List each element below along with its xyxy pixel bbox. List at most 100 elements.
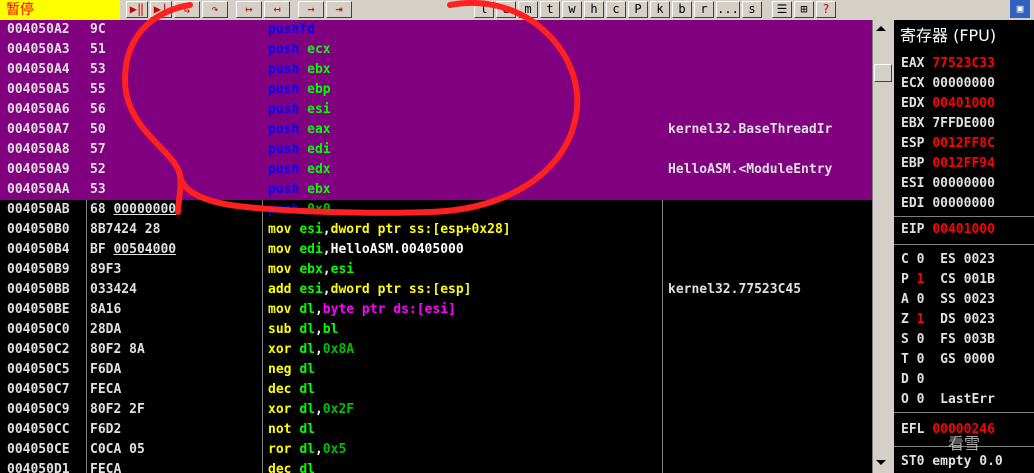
register-value[interactable]: 0012FF8C — [932, 136, 995, 151]
register-name: EAX — [901, 56, 925, 71]
register-value[interactable]: 00000000 — [932, 76, 995, 91]
register-eip[interactable]: EIP 00401000 — [901, 220, 995, 240]
register-eax[interactable]: EAX 77523C33 — [901, 54, 995, 74]
fpu-st0[interactable]: ST0 empty 0.0 — [901, 452, 1003, 472]
operand: esi — [307, 102, 331, 117]
operand-space — [299, 42, 307, 57]
toolbar-misc-0[interactable]: ☰ — [772, 1, 792, 18]
address-cell: 004050AA — [7, 182, 70, 197]
window-button-2[interactable]: m — [518, 1, 538, 18]
window-button-10[interactable]: r — [694, 1, 714, 18]
disasm-row[interactable]: 004050A9 52 push edx HelloASM.<ModuleEntry — [0, 160, 872, 180]
disasm-row[interactable]: 004050CC F6D2 not dl — [0, 420, 872, 440]
trace-into-button[interactable]: ↦ — [236, 1, 262, 18]
disasm-scrollbar[interactable] — [872, 20, 894, 473]
goto-button[interactable]: ⇥ — [326, 1, 352, 18]
register-value[interactable]: 00000000 — [932, 176, 995, 191]
register-value[interactable]: 7FFDE000 — [932, 116, 995, 131]
flag-row[interactable]: T 0 GS 0000 — [901, 350, 995, 370]
mnemonic: push — [268, 162, 300, 177]
window-button-9[interactable]: b — [672, 1, 692, 18]
window-button-1[interactable]: e — [496, 1, 516, 18]
pause-button[interactable]: ▶| — [150, 1, 172, 18]
disasm-row[interactable]: 004050C0 28DA sub dl,bl — [0, 320, 872, 340]
disasm-row[interactable]: 004050A6 56 push esi — [0, 100, 872, 120]
disasm-row[interactable]: 004050BE 8A16 mov dl,byte ptr ds:[esi] — [0, 300, 872, 320]
window-button-3[interactable]: t — [540, 1, 560, 18]
register-edx[interactable]: EDX 00401000 — [901, 94, 995, 114]
register-value[interactable]: 0012FF94 — [932, 156, 995, 171]
disasm-row[interactable]: 004050A3 51 push ecx — [0, 40, 872, 60]
register-esi[interactable]: ESI 00000000 — [901, 174, 995, 194]
disassembly-view[interactable]: 004050A2 9C pushfd 004050A3 51 push ecx 004050… — [0, 20, 872, 473]
disasm-row[interactable]: 004050A2 9C pushfd — [0, 20, 872, 40]
register-esp[interactable]: ESP 0012FF8C — [901, 134, 995, 154]
register-value[interactable]: 00401000 — [932, 96, 995, 111]
flag-row[interactable]: O 0 LastErr — [901, 390, 995, 410]
disasm-row[interactable]: 004050B0 8B7424 28 mov esi,dword ptr ss:[e… — [0, 220, 872, 240]
register-value[interactable]: 00000000 — [932, 196, 995, 211]
flag-space — [924, 352, 940, 367]
window-icon[interactable]: ▣ — [1010, 0, 1030, 18]
trace-over-button[interactable]: ↤ — [264, 1, 290, 18]
operand: , — [314, 442, 323, 457]
run-button[interactable]: ▶‖ — [126, 1, 148, 18]
flag-row[interactable]: S 0 FS 003B — [901, 330, 995, 350]
flag-row[interactable]: D 0 — [901, 370, 940, 390]
toolbar-misc-2[interactable]: ? — [816, 1, 836, 18]
register-ebx[interactable]: EBX 7FFDE000 — [901, 114, 995, 134]
operand: dl — [299, 342, 315, 357]
scroll-down-icon[interactable] — [876, 460, 886, 465]
step-into-button[interactable]: ↳ — [174, 1, 200, 18]
disasm-row[interactable]: 004050B9 89F3 mov ebx,esi — [0, 260, 872, 280]
address-cell: 004050A3 — [7, 42, 70, 57]
disasm-row[interactable]: 004050A7 50 push eax kernel32.BaseThreadIr — [0, 120, 872, 140]
disasm-row[interactable]: 004050CE C0CA 05 ror dl,0x5 — [0, 440, 872, 460]
hex-cell: 9C — [90, 22, 106, 37]
flag-row[interactable]: A 0 SS 0023 — [901, 290, 995, 310]
flag-row[interactable]: C 0 ES 0023 — [901, 250, 995, 270]
disasm-row[interactable]: 004050AA 53 push ebx — [0, 180, 872, 200]
disasm-row[interactable]: 004050AB 68 00000000 push 0x0 — [0, 200, 872, 220]
disasm-row[interactable]: 004050C9 80F2 2F xor dl,0x2F — [0, 400, 872, 420]
toolbar-misc-1[interactable]: ⊞ — [794, 1, 814, 18]
window-button-6[interactable]: c — [606, 1, 626, 18]
operand: byte ptr ds:[esi] — [322, 302, 456, 317]
operand: dl — [299, 382, 315, 397]
scroll-thumb[interactable] — [874, 64, 892, 82]
disasm-row[interactable]: 004050A4 53 push ebx — [0, 60, 872, 80]
register-value[interactable]: 00401000 — [932, 222, 995, 237]
flag-row[interactable]: Z 1 DS 0023 — [901, 310, 995, 330]
disasm-row[interactable]: 004050C7 FECA dec dl — [0, 380, 872, 400]
operand-space — [299, 62, 307, 77]
step-over-button[interactable]: ↷ — [202, 1, 228, 18]
disasm-row[interactable]: 004050B4 BF 00504000 mov edi,HelloASM.0040… — [0, 240, 872, 260]
disasm-row[interactable]: 004050C2 80F2 8A xor dl,0x8A — [0, 340, 872, 360]
execute-till-return-button[interactable]: → — [298, 1, 324, 18]
window-button-11[interactable]: ... — [716, 1, 740, 18]
window-button-12[interactable]: s — [742, 1, 762, 18]
scroll-up-icon[interactable] — [876, 26, 886, 31]
mnemonic: mov — [268, 222, 292, 237]
window-button-7[interactable]: P — [628, 1, 648, 18]
disasm-row[interactable]: 004050D1 FECA dec dl — [0, 460, 872, 473]
disasm-row[interactable]: 004050A8 57 push edi — [0, 140, 872, 160]
segment-name: LastErr — [940, 392, 995, 407]
disasm-row[interactable]: 004050C5 F6DA neg dl — [0, 360, 872, 380]
comment-cell: HelloASM.<ModuleEntry — [668, 162, 833, 177]
window-button-8[interactable]: k — [650, 1, 670, 18]
disasm-row[interactable]: 004050A5 55 push ebp — [0, 80, 872, 100]
window-button-4[interactable]: w — [562, 1, 582, 18]
registers-panel[interactable]: 寄存器 (FPU) EAX 77523C33 ECX 00000000 EDX 00… — [894, 20, 1034, 473]
register-edi[interactable]: EDI 00000000 — [901, 194, 995, 214]
address-cell: 004050A4 — [7, 62, 70, 77]
operand: 0x0 — [307, 202, 331, 217]
disasm-row[interactable]: 004050BB 033424 add esi,dword ptr ss:[esp]… — [0, 280, 872, 300]
register-ecx[interactable]: ECX 00000000 — [901, 74, 995, 94]
flag-row[interactable]: P 1 CS 001B — [901, 270, 995, 290]
register-value[interactable]: 77523C33 — [932, 56, 995, 71]
register-ebp[interactable]: EBP 0012FF94 — [901, 154, 995, 174]
window-button-0[interactable]: l — [474, 1, 494, 18]
operand: , — [322, 222, 331, 237]
window-button-5[interactable]: h — [584, 1, 604, 18]
